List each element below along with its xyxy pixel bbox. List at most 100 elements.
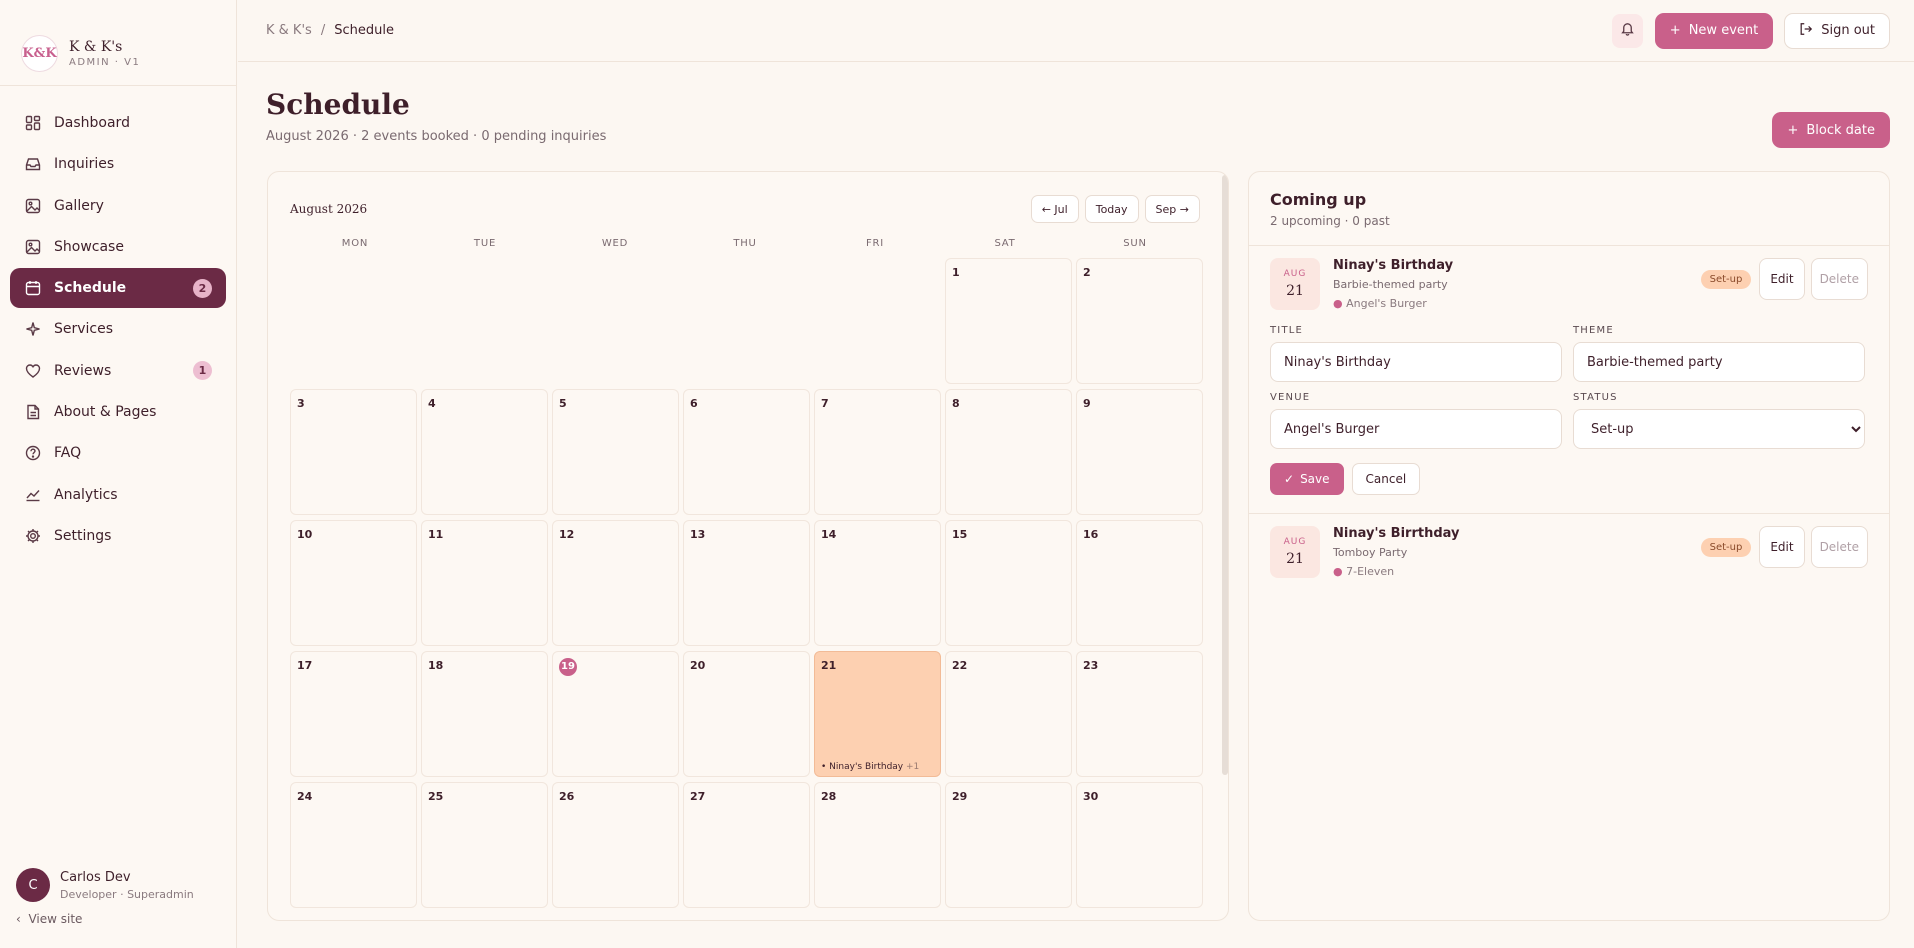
calendar-event-label: • Ninay's Birthday (821, 762, 904, 772)
brand[interactable]: K&K K & K's ADMIN · V1 (0, 0, 236, 86)
today-button[interactable]: Today (1084, 195, 1139, 223)
calendar-day-cell[interactable]: 3 (290, 389, 417, 515)
calendar-day-number: 30 (1083, 790, 1099, 803)
sidebar-item-about-pages[interactable]: About & Pages (10, 392, 226, 432)
notifications-button[interactable] (1611, 13, 1643, 48)
calendar-day-cell[interactable]: 26 (552, 782, 679, 908)
image-icon (24, 238, 42, 256)
sidebar-item-settings[interactable]: Settings (10, 516, 226, 556)
page-subtitle: August 2026 · 2 events booked · 0 pendin… (266, 129, 607, 144)
calendar-day-cell[interactable]: 13 (683, 520, 810, 646)
calendar-day-cell[interactable]: 23 (1076, 651, 1203, 777)
venue-field[interactable] (1270, 409, 1562, 449)
calendar-day-cell[interactable]: 17 (290, 651, 417, 777)
weekday-label: SUN (1123, 238, 1147, 249)
status-badge: Set-up (1700, 269, 1752, 289)
calendar-day-cell[interactable]: 8 (945, 389, 1072, 515)
calendar-day-cell[interactable]: 9 (1076, 389, 1203, 515)
sidebar-item-label: About & Pages (54, 404, 157, 421)
sidebar-item-showcase[interactable]: Showcase (10, 227, 226, 267)
user-name: Carlos Dev (60, 869, 131, 885)
prev-month-button[interactable]: ← Jul (1030, 195, 1079, 223)
calendar-day-cell[interactable]: 30 (1076, 782, 1203, 908)
delete-button[interactable]: Delete (1810, 258, 1868, 300)
calendar-day-cell[interactable]: 25 (421, 782, 548, 908)
delete-button[interactable]: Delete (1810, 526, 1868, 568)
view-site-label: View site (28, 912, 83, 926)
calendar-day-number: 7 (821, 397, 829, 410)
calendar-icon (24, 279, 42, 297)
calendar-day-cell[interactable]: 16 (1076, 520, 1203, 646)
calendar-day-cell[interactable]: 22 (945, 651, 1072, 777)
calendar-day-cell[interactable]: 12 (552, 520, 679, 646)
event-month: AUG (1283, 269, 1307, 279)
calendar-day-number: 14 (821, 528, 837, 541)
calendar-day-cell[interactable]: 11 (421, 520, 548, 646)
topbar: K & K's / Schedule + New event Sign out (238, 0, 1914, 62)
calendar-day-cell[interactable]: 4 (421, 389, 548, 515)
event-day: 21 (1286, 283, 1304, 299)
plus-icon: + (1669, 23, 1681, 38)
status-select[interactable]: Set-up (1573, 409, 1865, 449)
calendar-day-number: 15 (952, 528, 968, 541)
event-month: AUG (1283, 537, 1307, 547)
sidebar-item-analytics[interactable]: Analytics (10, 475, 226, 515)
breadcrumb-current: Schedule (334, 23, 394, 38)
sidebar-item-inquiries[interactable]: Inquiries (10, 144, 226, 184)
sidebar-item-label: Gallery (54, 197, 104, 214)
breadcrumb-root[interactable]: K & K's (266, 23, 312, 38)
venue-field-label: VENUE (1270, 392, 1311, 403)
calendar-day-cell[interactable]: 6 (683, 389, 810, 515)
sidebar-item-schedule[interactable]: Schedule 2 (10, 268, 226, 309)
calendar-day-cell[interactable]: 28 (814, 782, 941, 908)
event-theme: Barbie-themed party (1333, 278, 1448, 291)
theme-field[interactable] (1573, 342, 1865, 382)
calendar-day-cell[interactable]: 10 (290, 520, 417, 646)
calendar-day-number: 3 (297, 397, 305, 410)
event-date-badge: AUG 21 (1270, 258, 1320, 310)
sign-out-button[interactable]: Sign out (1784, 12, 1890, 49)
sidebar-item-reviews[interactable]: Reviews 1 (10, 351, 226, 391)
calendar-day-cell[interactable]: 29 (945, 782, 1072, 908)
calendar-day-cell[interactable]: 24 (290, 782, 417, 908)
title-field[interactable] (1270, 342, 1562, 382)
save-button[interactable]: ✓ Save (1270, 463, 1344, 495)
calendar-month-label: August 2026 (290, 202, 368, 216)
calendar-day-cell[interactable]: 15 (945, 520, 1072, 646)
calendar-day-cell[interactable]: 1 (945, 258, 1072, 384)
sidebar-item-label: Reviews (54, 362, 112, 379)
view-site-link[interactable]: ‹ View site (16, 912, 226, 926)
avatar[interactable]: C (16, 868, 50, 902)
edit-button[interactable]: Edit (1759, 258, 1805, 300)
calendar-day-cell[interactable]: 18 (421, 651, 548, 777)
calendar-day-cell[interactable]: 20 (683, 651, 810, 777)
block-date-button[interactable]: + Block date (1772, 112, 1890, 148)
form-actions: ✓ Save Cancel (1249, 459, 1889, 514)
cancel-button[interactable]: Cancel (1351, 463, 1421, 495)
calendar-day-cell[interactable]: 5 (552, 389, 679, 515)
calendar-day-cell[interactable]: 19 (552, 651, 679, 777)
calendar-day-cell[interactable]: 27 (683, 782, 810, 908)
calendar-scrollbar[interactable] (1222, 175, 1228, 775)
theme-field-label: THEME (1573, 325, 1614, 336)
calendar-day-number: 10 (297, 528, 313, 541)
calendar-day-cell[interactable]: 21 • Ninay's Birthday +1 (814, 651, 941, 777)
calendar-day-cell[interactable]: 14 (814, 520, 941, 646)
event-name: Ninay's Birthday (1333, 258, 1454, 273)
sparkle-icon (24, 320, 42, 338)
edit-button[interactable]: Edit (1759, 526, 1805, 568)
sidebar-item-services[interactable]: Services (10, 309, 226, 349)
calendar-day-number: 25 (428, 790, 444, 803)
calendar-day-number: 17 (297, 659, 313, 672)
sidebar-item-dashboard[interactable]: Dashboard (10, 103, 226, 143)
inbox-icon (24, 155, 42, 173)
calendar-event-chip[interactable]: • Ninay's Birthday +1 (821, 762, 919, 772)
calendar-day-cell[interactable]: 7 (814, 389, 941, 515)
next-month-button[interactable]: Sep → (1144, 195, 1200, 223)
sidebar-item-gallery[interactable]: Gallery (10, 186, 226, 226)
calendar-day-number: 27 (690, 790, 706, 803)
calendar-day-cell[interactable]: 2 (1076, 258, 1203, 384)
new-event-button[interactable]: + New event (1654, 12, 1774, 49)
calendar-empty-cell (290, 258, 417, 384)
sidebar-item-faq[interactable]: FAQ (10, 433, 226, 473)
